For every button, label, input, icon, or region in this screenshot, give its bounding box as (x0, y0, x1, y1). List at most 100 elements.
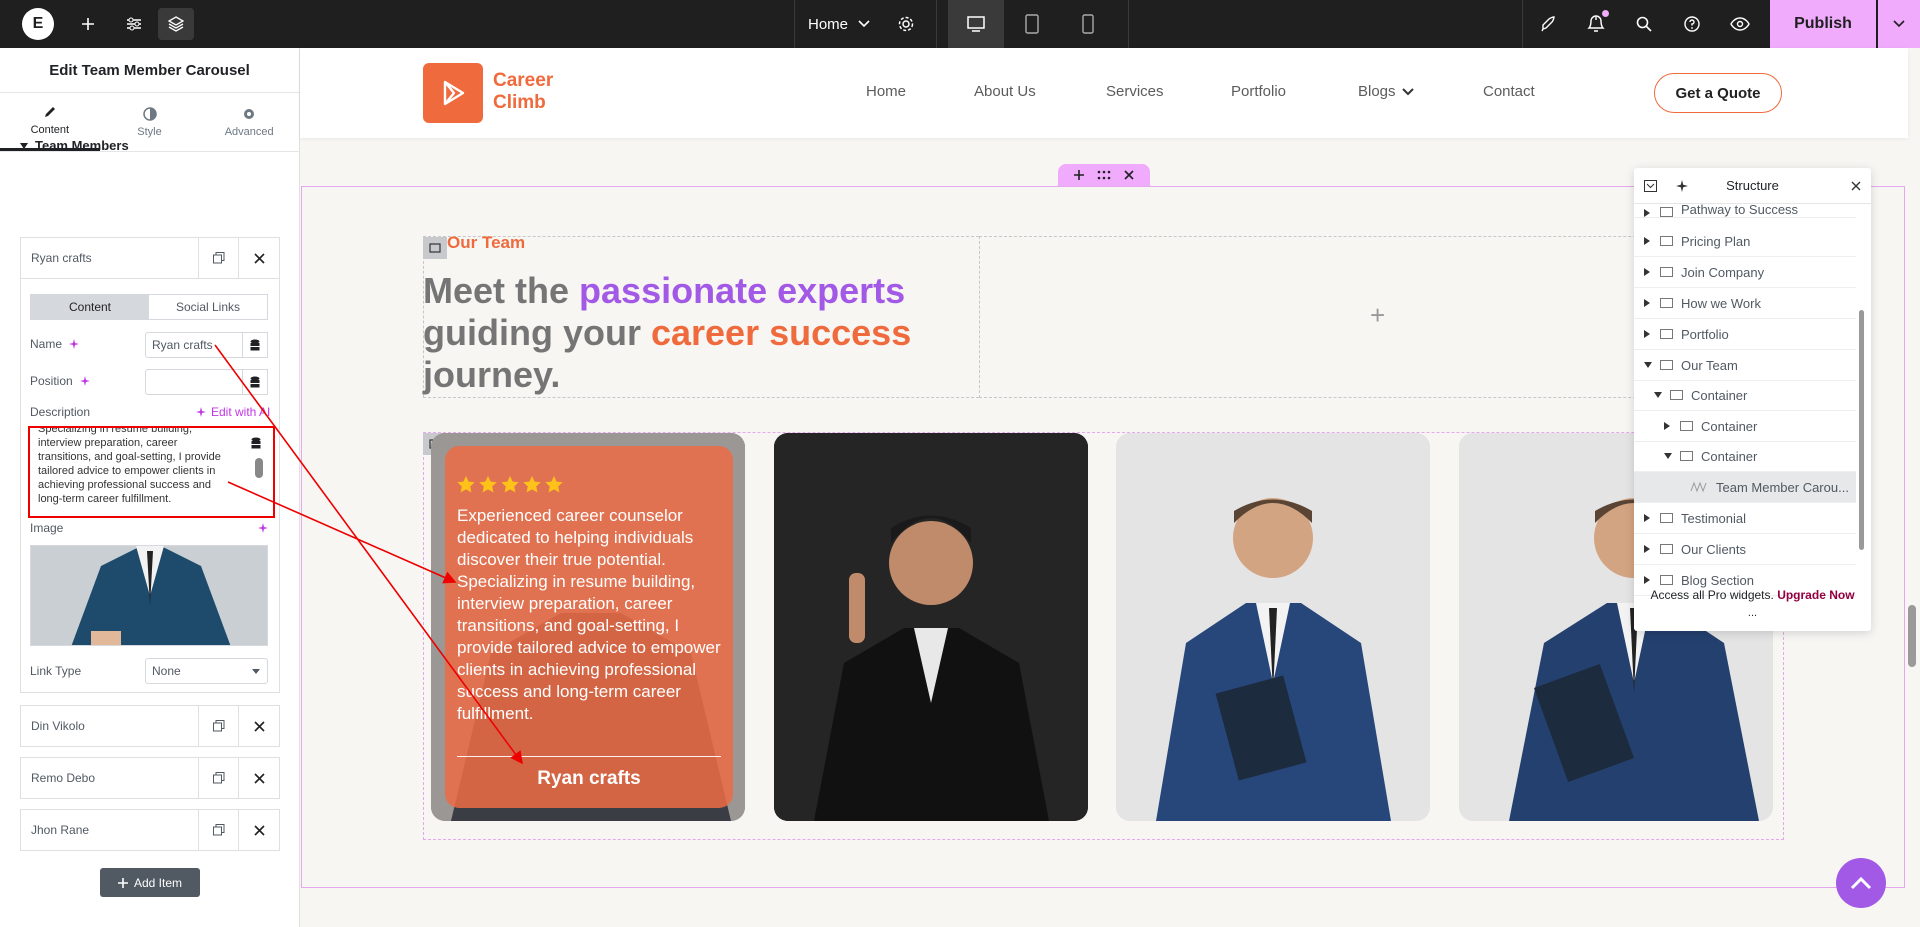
duplicate-item-button[interactable] (199, 758, 239, 798)
repeater-item[interactable]: Din Vikolo (20, 705, 280, 747)
edit-with-ai-button[interactable]: Edit with AI (195, 405, 270, 419)
team-card[interactable] (1116, 433, 1430, 821)
remove-item-button[interactable] (239, 238, 279, 278)
page-scrollbar[interactable] (1908, 605, 1916, 667)
elementor-logo[interactable]: E (22, 8, 54, 40)
name-input[interactable]: Ryan crafts (145, 332, 243, 358)
repeater-item[interactable]: Remo Debo (20, 757, 280, 799)
close-icon (253, 720, 265, 732)
container-edit-handle[interactable] (423, 237, 447, 259)
repeater-item-title[interactable]: Remo Debo (21, 758, 199, 798)
desktop-view-button[interactable] (948, 0, 1004, 48)
database-icon (250, 376, 260, 388)
site-launch-button[interactable] (1530, 8, 1566, 40)
site-logo[interactable] (423, 63, 483, 123)
close-icon (1124, 170, 1134, 180)
repeater-item-title[interactable]: Din Vikolo (21, 706, 199, 746)
remove-item-button[interactable] (239, 810, 279, 850)
page-selector[interactable]: Home (808, 0, 870, 48)
get-a-quote-button[interactable]: Get a Quote (1654, 73, 1782, 113)
subtab-content[interactable]: Content (31, 295, 149, 319)
structure-row[interactable]: Container (1634, 380, 1856, 411)
upgrade-now-link[interactable]: Upgrade Now (1777, 588, 1854, 602)
duplicate-item-button[interactable] (199, 810, 239, 850)
link-type-select[interactable]: None (145, 658, 268, 684)
remove-item-button[interactable] (239, 758, 279, 798)
structure-row[interactable]: Pricing Plan (1634, 226, 1856, 257)
search-icon (1636, 16, 1652, 32)
notification-dot (1602, 10, 1609, 17)
structure-row[interactable]: How we Work (1634, 288, 1856, 319)
nav-blogs[interactable]: Blogs (1358, 83, 1414, 100)
structure-scrollbar[interactable] (1859, 310, 1864, 550)
duplicate-item-button[interactable] (199, 238, 239, 278)
dynamic-tags-button[interactable] (242, 369, 268, 395)
structure-row[interactable]: Pathway to Success (1634, 204, 1856, 218)
structure-row[interactable]: Container (1634, 441, 1856, 472)
help-button[interactable] (1674, 8, 1710, 40)
structure-row[interactable]: Testimonial (1634, 503, 1856, 534)
remove-item-button[interactable] (239, 706, 279, 746)
add-widget-plus-icon[interactable]: + (1370, 300, 1385, 331)
repeater-item[interactable]: Ryan crafts (20, 237, 280, 279)
structure-row[interactable]: Portfolio (1634, 319, 1856, 350)
close-icon[interactable] (1851, 181, 1861, 191)
duplicate-item-button[interactable] (199, 706, 239, 746)
subtab-social-links[interactable]: Social Links (149, 295, 267, 319)
nav-about-us[interactable]: About Us (974, 83, 1036, 100)
star-icon (501, 476, 519, 493)
structure-row-label: Container (1701, 418, 1758, 434)
container-icon (1660, 513, 1673, 523)
caret-right-icon (1644, 514, 1650, 522)
nav-home[interactable]: Home (866, 83, 906, 100)
structure-button[interactable] (158, 8, 194, 40)
nav-services[interactable]: Services (1106, 83, 1164, 100)
tab-advanced[interactable]: Advanced (199, 93, 299, 151)
description-textarea[interactable]: Specializing in resume building, intervi… (28, 426, 275, 518)
structure-row[interactable]: Team Member Carou... (1634, 472, 1856, 503)
caret-right-icon (1644, 299, 1650, 307)
add-element-button[interactable] (70, 8, 106, 40)
ai-sparkle-icon (69, 339, 80, 349)
ai-sparkle-icon[interactable] (257, 522, 269, 534)
dynamic-tags-button[interactable] (242, 332, 268, 358)
team-card[interactable] (774, 433, 1088, 821)
structure-row-label: Testimonial (1681, 510, 1747, 526)
caret-right-icon (1644, 576, 1650, 584)
section-handle[interactable] (1058, 164, 1150, 186)
publish-options-button[interactable] (1878, 0, 1920, 48)
ai-sparkle-icon (79, 376, 90, 386)
structure-row[interactable]: Our Team (1634, 350, 1856, 381)
site-settings-button[interactable] (116, 8, 152, 40)
publish-button[interactable]: Publish (1770, 0, 1876, 48)
page-settings-button[interactable] (888, 8, 924, 40)
repeater-item[interactable]: Jhon Rane (20, 809, 280, 851)
structure-row-label: Join Company (1681, 264, 1765, 280)
dynamic-tags-button[interactable] (245, 432, 267, 454)
scroll-to-top-button[interactable] (1836, 858, 1886, 908)
tablet-view-button[interactable] (1004, 0, 1060, 48)
mobile-view-button[interactable] (1060, 0, 1116, 48)
nav-contact[interactable]: Contact (1483, 83, 1535, 100)
layers-icon (167, 16, 185, 32)
search-button[interactable] (1626, 8, 1662, 40)
caret-down-icon (20, 142, 28, 149)
repeater-item-title[interactable]: Ryan crafts (21, 238, 199, 278)
team-members-section-toggle[interactable]: Team Members (20, 138, 129, 153)
caret-right-icon (1644, 330, 1650, 338)
structure-row[interactable]: Container (1634, 411, 1856, 442)
structure-row[interactable]: Our Clients (1634, 534, 1856, 565)
structure-row-label: Pricing Plan (1681, 233, 1751, 249)
site-logo-text[interactable]: Career Climb (493, 70, 553, 114)
gear-icon (244, 108, 255, 119)
chevron-down-icon (1401, 87, 1414, 95)
structure-row[interactable]: Join Company (1634, 257, 1856, 288)
nav-portfolio[interactable]: Portfolio (1231, 83, 1286, 100)
repeater-item-title[interactable]: Jhon Rane (21, 810, 199, 850)
position-input[interactable] (145, 369, 243, 395)
panel-title: Edit Team Member Carousel (0, 48, 299, 93)
preview-button[interactable] (1722, 8, 1758, 40)
add-item-button[interactable]: Add Item (100, 868, 200, 897)
textarea-scrollbar[interactable] (255, 458, 263, 478)
image-picker[interactable] (30, 545, 268, 646)
